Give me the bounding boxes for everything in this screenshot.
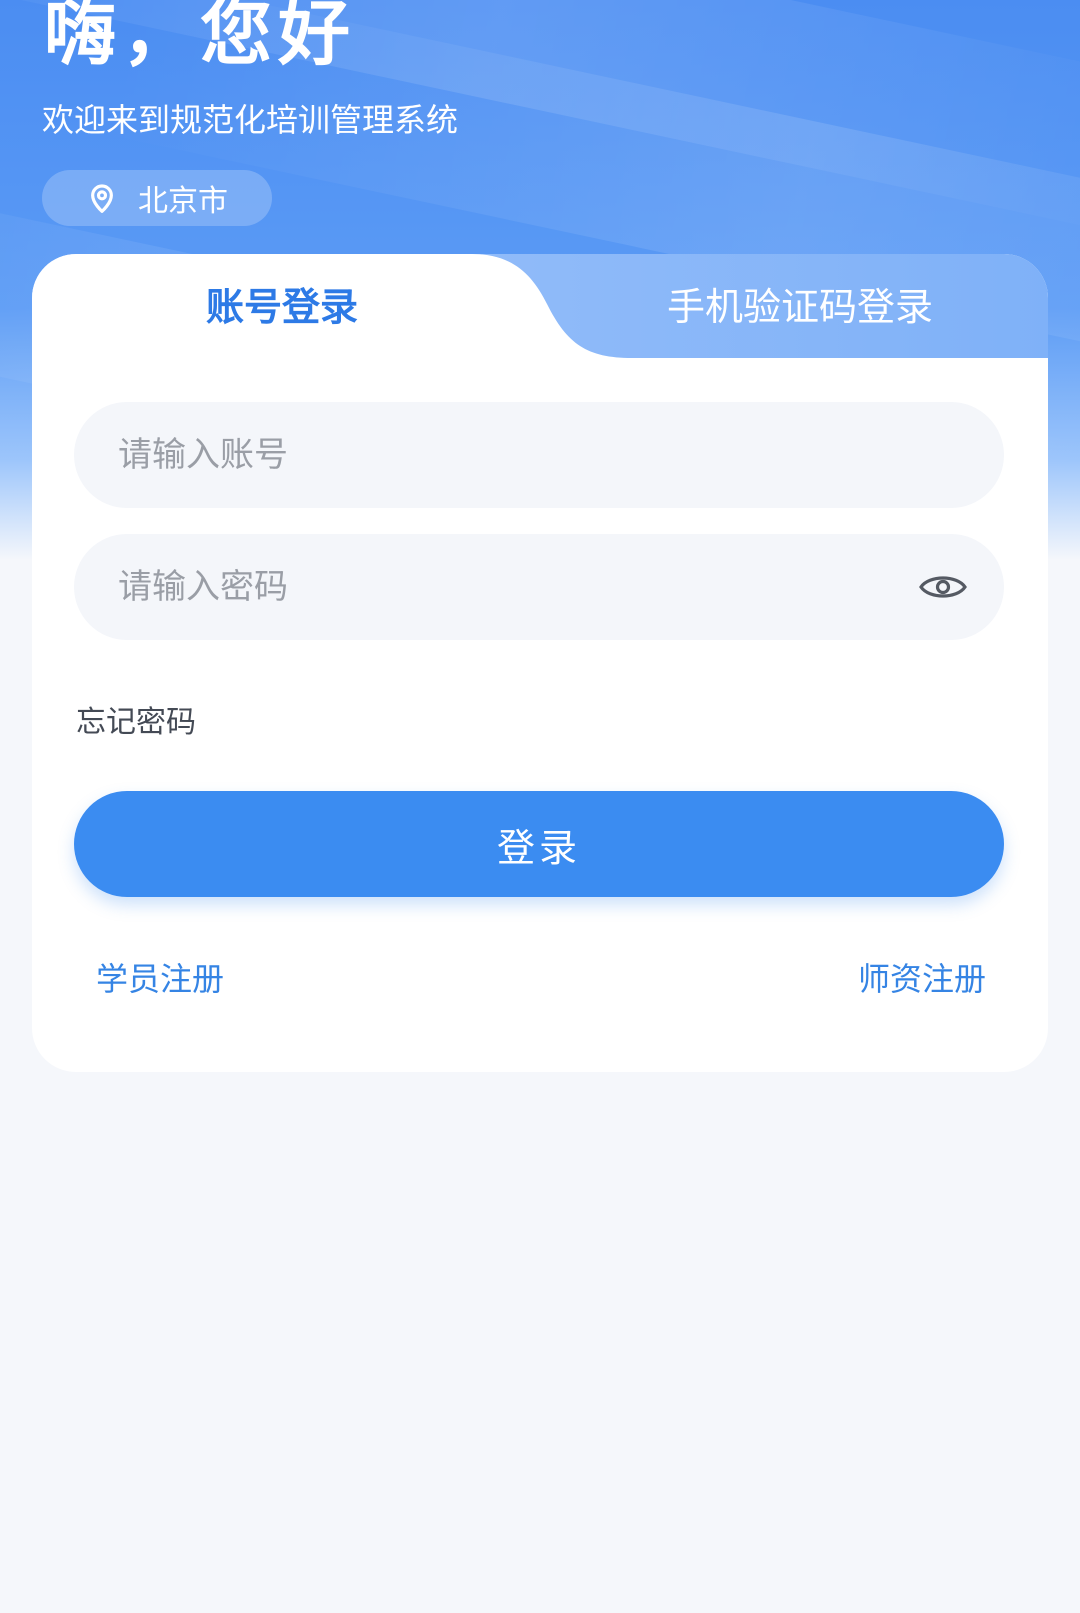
greeting-title: 嗨，您好 (44, 0, 357, 75)
login-page: 嗨，您好 欢迎来到规范化培训管理系统 北京市 账号登录 手机验证码登录 请输入账… (0, 0, 1080, 1613)
location-label: 北京市 (138, 184, 228, 219)
student-register-link[interactable]: 学员注册 (96, 954, 224, 1000)
eye-icon[interactable] (918, 565, 968, 609)
login-button[interactable]: 登录 (74, 791, 1004, 897)
tab-sms-login[interactable]: 手机验证码登录 (552, 274, 1048, 340)
welcome-subtitle: 欢迎来到规范化培训管理系统 (42, 101, 459, 139)
forgot-password-link[interactable]: 忘记密码 (76, 697, 196, 741)
login-card: 账号登录 手机验证码登录 忘记密码 登录 学员注册 师资注册 (32, 254, 1048, 1072)
account-input[interactable] (118, 425, 898, 485)
password-input[interactable] (118, 557, 898, 617)
tab-account-login[interactable]: 账号登录 (32, 274, 532, 340)
password-field (74, 534, 1004, 640)
map-pin-icon (84, 180, 120, 216)
account-field (74, 402, 1004, 508)
teacher-register-link[interactable]: 师资注册 (858, 954, 986, 1000)
location-selector[interactable]: 北京市 (42, 170, 272, 226)
